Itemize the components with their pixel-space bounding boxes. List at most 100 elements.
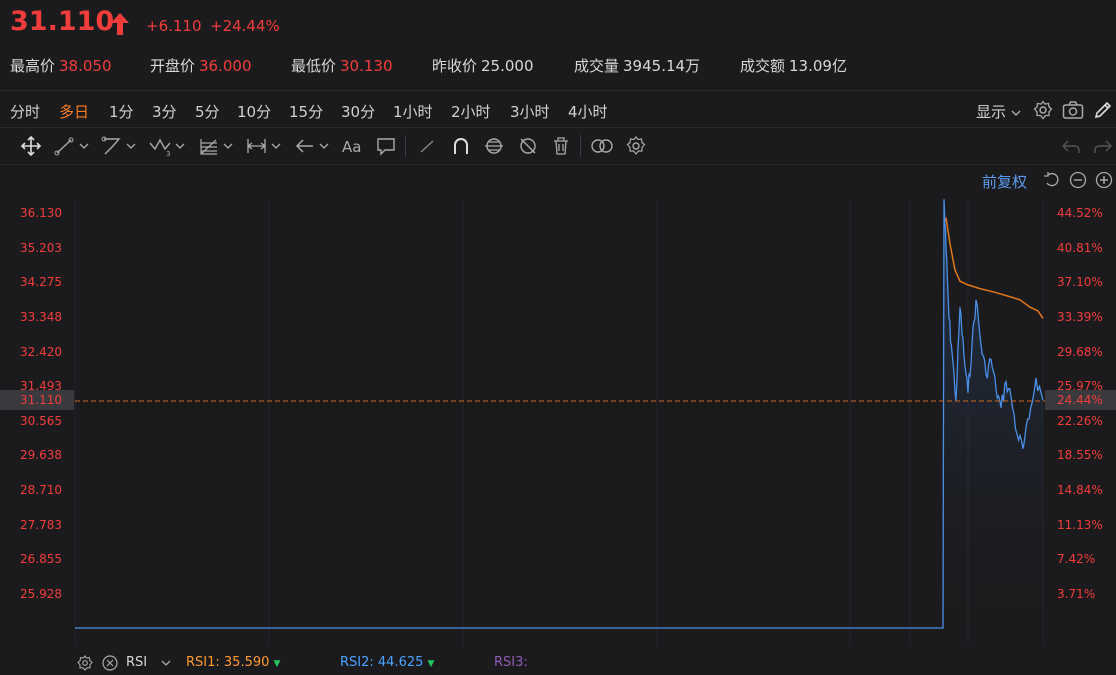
tab-timeframe[interactable]: 15分 [289,101,323,122]
gear-icon[interactable] [625,135,647,157]
y-tick-right: 33.39% [1057,310,1103,324]
price-area-fill [75,199,1043,628]
y-tick-left: 36.130 [20,206,62,220]
y-tick-right: 11.13% [1057,518,1103,532]
average-price-line [945,217,1044,319]
arrow-left-icon[interactable] [294,135,334,157]
stat-low: 最低价 30.130 [291,55,393,76]
svg-text:Aa: Aa [342,138,361,156]
tab-timeframe[interactable]: 2小时 [451,101,491,122]
chevron-down-icon [1011,110,1021,116]
current-price: 31.110 [10,6,115,37]
y-tick-left: 25.928 [20,587,62,601]
rsi2-text: RSI2: 44.625 [340,655,424,670]
tab-timeframe[interactable]: 3小时 [510,101,550,122]
zoom-out-icon[interactable] [1069,171,1087,189]
price-chart[interactable] [0,195,1116,645]
pencil-icon[interactable] [1093,100,1113,120]
y-tick-right: 7.42% [1057,552,1096,566]
trend-down-icon: ▼ [427,659,435,669]
stat-label: 昨收价 [432,57,478,75]
y-tick-left: 34.275 [20,275,62,289]
redo-icon[interactable] [1092,135,1114,157]
divider [0,90,1116,91]
tab-timeframe[interactable]: 分时 [10,101,40,122]
y-tick-right: 14.84% [1057,483,1103,497]
stat-value: 30.130 [340,57,393,75]
price-series-line [75,199,1044,629]
stat-label: 成交额 [740,57,786,75]
y-tick-left: 32.420 [20,345,62,359]
y-tick-left: 30.565 [20,414,62,428]
tab-timeframe[interactable]: 3分 [152,101,177,122]
chevron-down-icon[interactable] [160,658,172,668]
comment-icon[interactable] [375,135,397,157]
fibonacci-icon[interactable] [198,135,238,157]
y-tick-left: 27.783 [20,518,62,532]
stat-label: 最低价 [291,57,337,75]
stat-volume: 成交量 3945.14万 [574,55,700,76]
toolbar-divider [580,135,581,157]
compare-icon[interactable] [590,135,614,157]
stat-value: 36.000 [199,57,252,75]
y-tick-right: 22.26% [1057,414,1103,428]
y-tick-right: 40.81% [1057,241,1103,255]
text-tool-icon[interactable]: Aa [341,135,365,157]
rsi3-value: RSI3: [494,655,528,670]
eraser-icon[interactable] [417,135,439,157]
up-arrow-icon [111,13,129,35]
stat-value: 38.050 [59,57,112,75]
stat-label: 开盘价 [150,57,196,75]
reset-icon[interactable] [1043,171,1061,189]
display-dropdown[interactable]: 显示 [976,101,1021,122]
y-tick-right: 37.10% [1057,275,1103,289]
tab-timeframe-active[interactable]: 多日 [59,101,89,122]
trash-icon[interactable] [550,135,572,157]
price-change-pct: +24.44% [210,17,280,35]
hide-drawing-icon[interactable] [517,135,539,157]
y-tick-left: 26.855 [20,552,62,566]
stat-label: 最高价 [10,57,56,75]
y-tick-right: 18.55% [1057,448,1103,462]
rsi2-value: RSI2: 44.625 ▼ [340,655,434,670]
stat-label: 成交量 [574,57,620,75]
y-tick-right: 29.68% [1057,345,1103,359]
stat-value: 3945.14万 [623,57,701,75]
stat-open: 开盘价 36.000 [150,55,252,76]
camera-icon[interactable] [1062,100,1084,120]
adjust-mode-link[interactable]: 前复权 [982,171,1027,192]
svg-text:3: 3 [166,150,170,157]
move-icon[interactable] [20,135,42,157]
gear-icon[interactable] [77,655,93,671]
close-icon[interactable] [102,655,118,671]
tab-timeframe[interactable]: 30分 [341,101,375,122]
zoom-in-icon[interactable] [1095,171,1113,189]
y-tick-right: 3.71% [1057,587,1096,601]
current-pct-tag: 24.44% [1045,390,1116,410]
undo-icon[interactable] [1060,135,1082,157]
wave-pattern-icon[interactable]: 3 [148,135,190,157]
magnet-icon[interactable] [450,135,472,157]
stat-value: 13.09亿 [789,57,847,75]
rsi1-text: RSI1: 35.590 [186,655,270,670]
tab-timeframe[interactable]: 1小时 [393,101,433,122]
tab-timeframe[interactable]: 5分 [195,101,220,122]
stat-value: 25.000 [481,57,534,75]
tab-timeframe[interactable]: 10分 [237,101,271,122]
measure-icon[interactable] [245,135,285,157]
current-price-tag: 31.110 [0,390,74,410]
tab-timeframe[interactable]: 1分 [109,101,134,122]
y-tick-right: 44.52% [1057,206,1103,220]
stat-turnover: 成交额 13.09亿 [740,55,847,76]
gear-icon[interactable] [1033,100,1053,120]
y-tick-left: 28.710 [20,483,62,497]
polyline-icon[interactable] [101,135,141,157]
trend-down-icon: ▼ [273,659,281,669]
trend-line-icon[interactable] [54,135,94,157]
rsi-indicator-label[interactable]: RSI [126,655,147,670]
y-tick-left: 35.203 [20,241,62,255]
y-tick-left: 29.638 [20,448,62,462]
tab-timeframe[interactable]: 4小时 [568,101,608,122]
lock-drawing-icon[interactable] [483,135,505,157]
toolbar-divider [405,135,406,157]
